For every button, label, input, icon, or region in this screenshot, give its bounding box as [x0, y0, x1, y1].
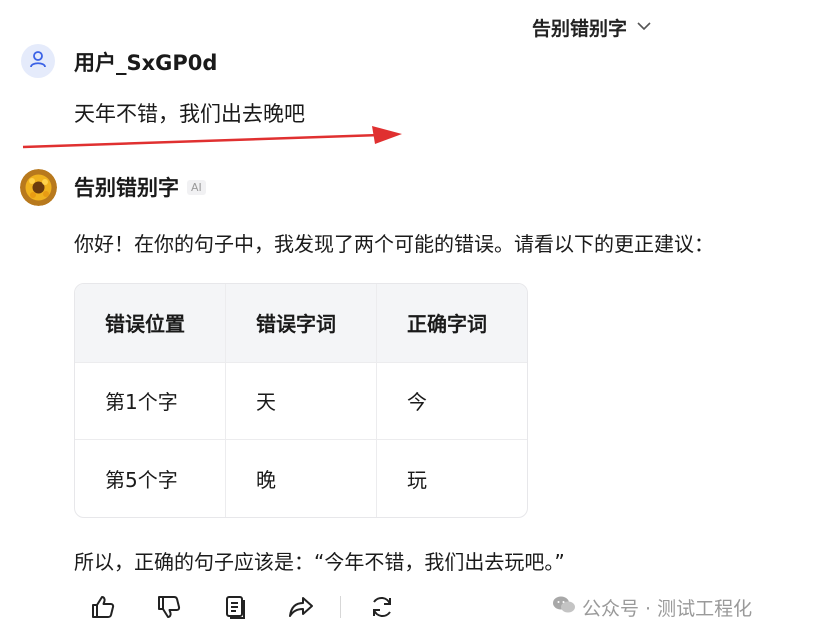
- chat-title: 告别错别字: [532, 18, 628, 40]
- red-arrow-annotation: [22, 126, 402, 149]
- table-cell: 今: [376, 362, 527, 440]
- table-cell: 第1个字: [75, 362, 226, 440]
- bot-name-row: 告别错别字 AI: [74, 172, 206, 202]
- thumbs-up-icon[interactable]: [86, 590, 120, 624]
- table-row: 第1个字 天 今: [75, 362, 527, 440]
- message-actions: [86, 590, 431, 624]
- user-avatar: [21, 44, 55, 78]
- thumbs-down-icon[interactable]: [152, 590, 186, 624]
- regenerate-icon[interactable]: [365, 590, 399, 624]
- bot-conclusion-text: 所以，正确的句子应该是：“今年不错，我们出去玩吧。”: [74, 550, 565, 574]
- action-divider: [340, 596, 341, 618]
- user-icon: [29, 50, 47, 72]
- copy-icon[interactable]: [218, 590, 252, 624]
- chevron-down-icon[interactable]: [637, 19, 651, 35]
- bot-intro-text: 你好！在你的句子中，我发现了两个可能的错误。请看以下的更正建议：: [74, 232, 714, 256]
- table-cell: 第5个字: [75, 439, 226, 517]
- table-header-cell: 错误字词: [225, 284, 377, 363]
- user-name: 用户_SxGP0d: [74, 51, 218, 75]
- table-header-row: 错误位置 错误字词 正确字词: [75, 284, 527, 363]
- bot-avatar: [20, 169, 57, 206]
- table-header-cell: 错误位置: [75, 284, 226, 363]
- ai-badge: AI: [187, 179, 206, 195]
- watermark: 公众号 · 测试工程化: [552, 594, 752, 621]
- table-cell: 晚: [225, 439, 377, 517]
- wechat-icon: [552, 595, 576, 620]
- table-header-cell: 正确字词: [376, 284, 527, 363]
- watermark-text: 公众号 · 测试工程化: [582, 598, 753, 620]
- correction-table: 错误位置 错误字词 正确字词 第1个字 天 今 第5个字 晚 玩: [74, 283, 528, 518]
- table-cell: 玩: [407, 468, 427, 492]
- share-icon[interactable]: [284, 590, 318, 624]
- bot-name: 告别错别字: [74, 176, 179, 200]
- table-row: 第5个字 晚 玩: [75, 439, 527, 517]
- chat-title-dropdown[interactable]: 告别错别字: [532, 14, 651, 41]
- table-cell: 天: [225, 362, 377, 440]
